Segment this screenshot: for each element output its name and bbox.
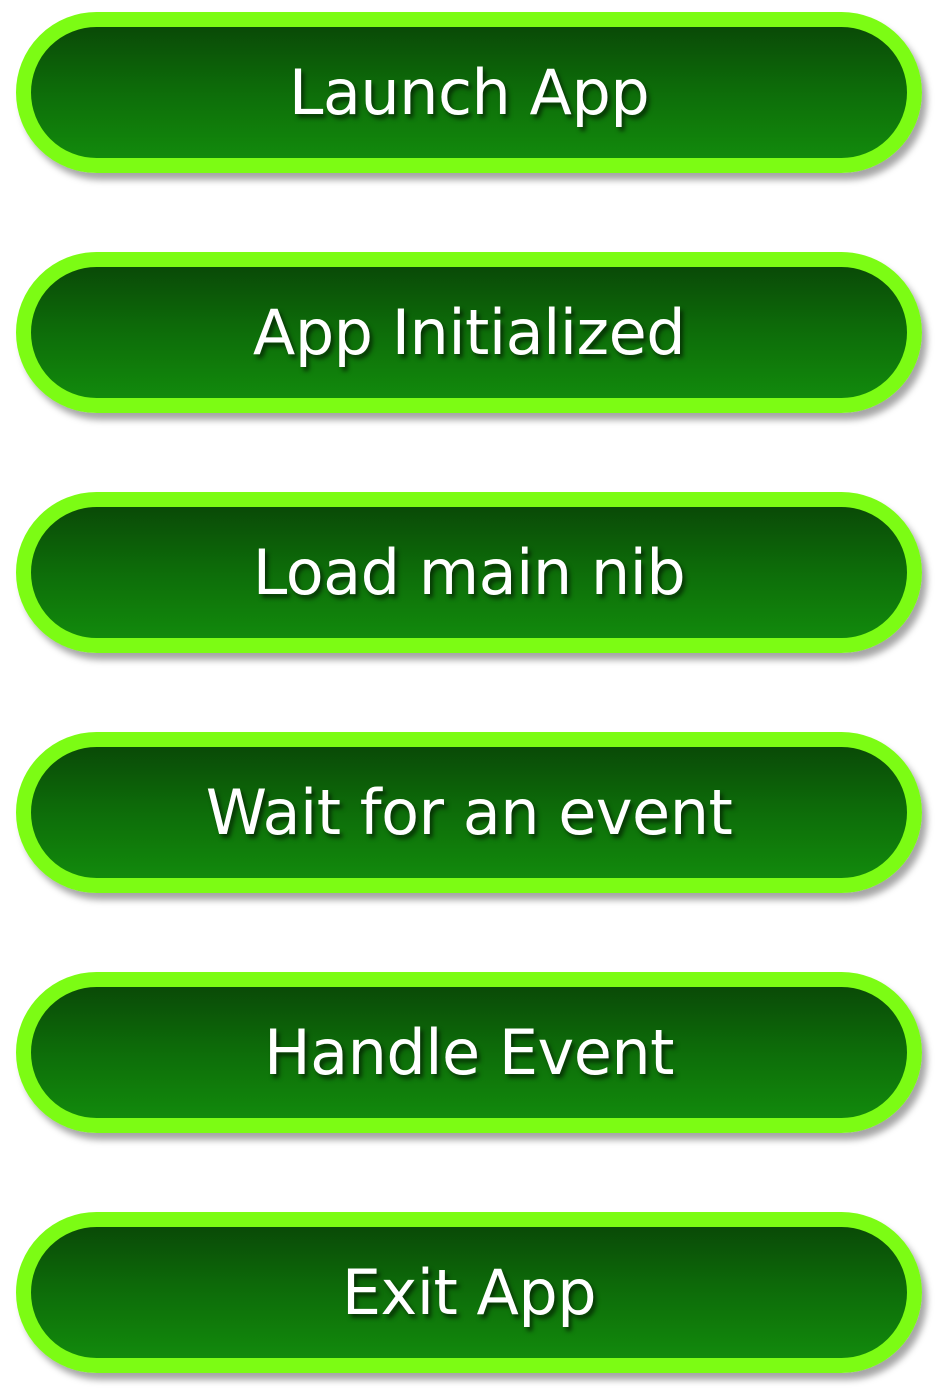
step-label: Exit App [341,1256,597,1329]
exit-app-step[interactable]: Exit App [16,1212,922,1373]
step-label: Handle Event [264,1016,674,1089]
app-initialized-step[interactable]: App Initialized [16,252,922,413]
step-label: Launch App [288,56,650,129]
launch-app-step[interactable]: Launch App [16,12,922,173]
step-label: App Initialized [252,296,686,369]
app-lifecycle-diagram: Launch App App Initialized Load main nib… [0,0,939,1389]
wait-for-event-step[interactable]: Wait for an event [16,732,922,893]
step-label: Load main nib [252,536,686,609]
step-label: Wait for an event [205,776,733,849]
handle-event-step[interactable]: Handle Event [16,972,922,1133]
load-main-nib-step[interactable]: Load main nib [16,492,922,653]
